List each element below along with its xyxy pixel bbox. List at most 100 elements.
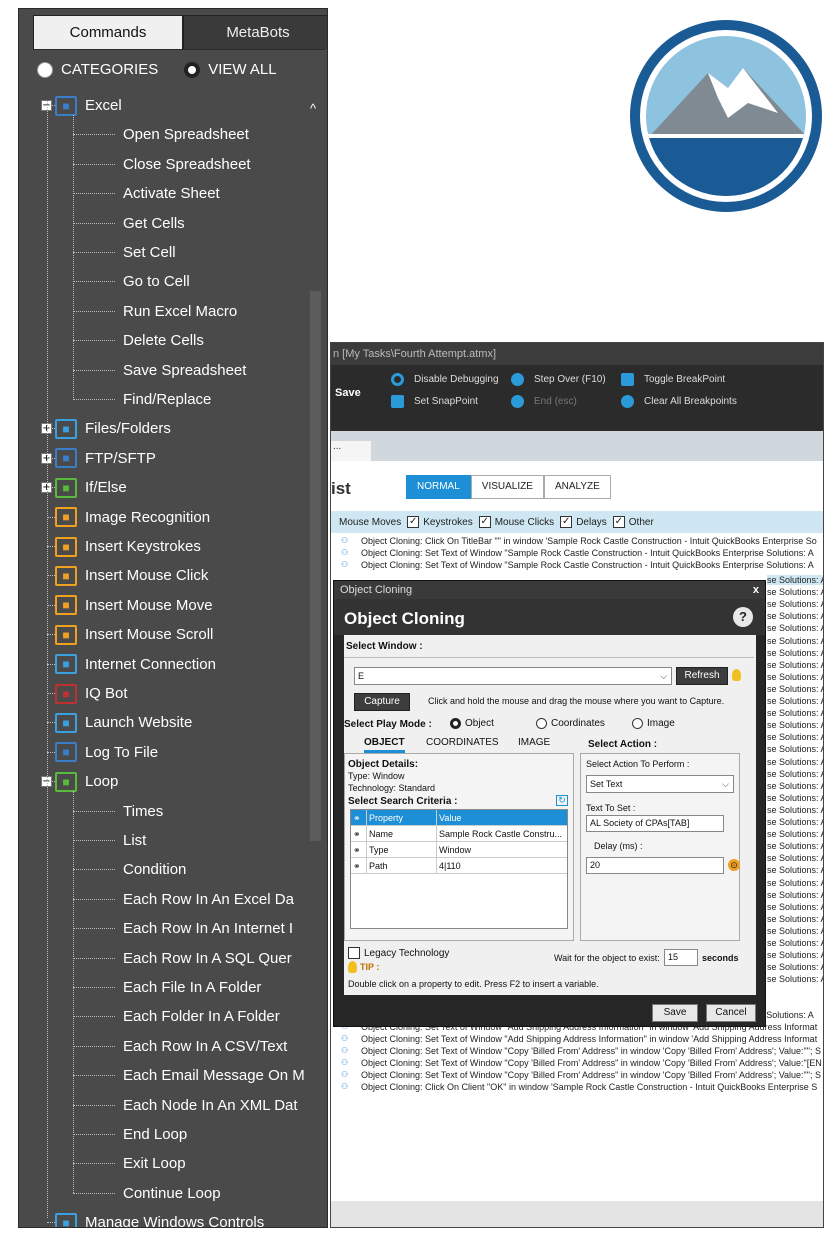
window-select[interactable]: E ⌵: [354, 667, 672, 685]
log-line-tail[interactable]: se Solutions: A: [767, 696, 823, 706]
tree-category[interactable]: ■ Insert Mouse Click: [47, 561, 208, 590]
refresh-criteria-icon[interactable]: ↻: [556, 795, 568, 806]
log-line-tail[interactable]: se Solutions: A: [767, 672, 823, 682]
log-line-tail[interactable]: se Solutions: A: [767, 793, 823, 803]
tree-command[interactable]: Each Email Message On M: [73, 1061, 305, 1090]
log-line[interactable]: ⚇ Object Cloning: Click On TitleBar "" in…: [341, 535, 823, 547]
tree-scrollbar[interactable]: ^: [306, 91, 326, 1227]
log-line-tail[interactable]: se Solutions: A: [767, 660, 823, 670]
analyze-view-button[interactable]: ANALYZE: [543, 475, 611, 499]
tree-category[interactable]: ■ Excel: [47, 91, 122, 120]
end-button[interactable]: End (esc): [511, 395, 577, 408]
log-line-tail[interactable]: se Solutions: A: [767, 708, 823, 718]
tree-category[interactable]: ■ Launch Website: [47, 708, 192, 737]
tree-command[interactable]: Each Row In An Internet I: [73, 914, 293, 943]
log-line[interactable]: ⚇ Object Cloning: Set Text of Window "Add…: [341, 1033, 823, 1045]
log-line-tail[interactable]: se Solutions: A: [767, 841, 823, 851]
tab-coordinates[interactable]: COORDINATES: [426, 737, 499, 748]
log-line-tail[interactable]: se Solutions: A: [767, 890, 823, 900]
log-line-tail[interactable]: se Solutions: A: [767, 684, 823, 694]
view-all-radio[interactable]: [184, 61, 201, 78]
legacy-checkbox-box[interactable]: [348, 947, 360, 959]
categories-radio[interactable]: [37, 61, 53, 78]
tree-command[interactable]: Condition: [73, 855, 186, 884]
log-line-tail[interactable]: se Solutions: A: [767, 938, 823, 948]
log-line-tail[interactable]: se Solutions: A: [767, 757, 823, 767]
tab-object[interactable]: OBJECT: [364, 737, 405, 753]
capture-button[interactable]: Capture: [354, 693, 410, 711]
set-snappoint-button[interactable]: Set SnapPoint: [391, 395, 478, 408]
tree-command[interactable]: Set Cell: [73, 238, 176, 267]
play-mode-coordinates[interactable]: Coordinates: [536, 718, 605, 729]
tree-command[interactable]: Run Excel Macro: [73, 297, 237, 326]
log-line-tail[interactable]: se Solutions: A: [767, 744, 823, 754]
log-line-tail[interactable]: se Solutions: A: [767, 962, 823, 972]
tree-category[interactable]: ■ Image Recognition: [47, 503, 210, 532]
object-radio[interactable]: [450, 718, 461, 729]
play-mode-image[interactable]: Image: [632, 718, 675, 729]
log-line-tail[interactable]: se Solutions: A: [767, 829, 823, 839]
criteria-row[interactable]: ⚭ Path 4|110: [351, 858, 567, 874]
tree-category[interactable]: ■ Manage Windows Controls: [47, 1208, 264, 1227]
step-over-button[interactable]: Step Over (F10): [511, 373, 606, 386]
save-dialog-button[interactable]: Save: [652, 1004, 698, 1022]
tree-command[interactable]: Each Folder In A Folder: [73, 1002, 280, 1031]
tree-command[interactable]: Each File In A Folder: [73, 973, 261, 1002]
log-line-tail[interactable]: se Solutions: A: [767, 817, 823, 827]
log-line-tail[interactable]: se Solutions: A: [767, 878, 823, 888]
log-line-tail[interactable]: se Solutions: A: [767, 732, 823, 742]
help-icon[interactable]: ?: [733, 607, 753, 627]
other-checkbox[interactable]: ✓: [612, 516, 625, 528]
disable-debugging-button[interactable]: Disable Debugging: [391, 373, 499, 386]
text-to-set-input[interactable]: AL Society of CPAs[TAB]: [586, 815, 724, 832]
save-button[interactable]: Save: [335, 387, 361, 399]
tree-command[interactable]: Each Node In An XML Dat: [73, 1091, 298, 1120]
tree-command[interactable]: Close Spreadsheet: [73, 150, 251, 179]
tree-category[interactable]: ■ Insert Mouse Move: [47, 591, 213, 620]
action-select[interactable]: Set Text ⌵: [586, 775, 734, 793]
keystrokes-checkbox[interactable]: ✓: [407, 516, 420, 528]
tree-command[interactable]: Find/Replace: [73, 385, 211, 414]
tab-commands[interactable]: Commands: [33, 15, 183, 49]
log-line-tail[interactable]: se Solutions: A: [767, 914, 823, 924]
log-line-tail[interactable]: se Solutions: A: [767, 575, 823, 585]
toggle-breakpoint-button[interactable]: Toggle BreakPoint: [621, 373, 725, 386]
log-line-tail[interactable]: se Solutions: A: [767, 769, 823, 779]
tree-command[interactable]: Activate Sheet: [73, 179, 220, 208]
log-line[interactable]: ⚇ Object Cloning: Set Text of Window "Cop…: [341, 1069, 823, 1081]
refresh-button[interactable]: Refresh: [676, 667, 728, 685]
log-line-tail[interactable]: se Solutions: A: [767, 805, 823, 815]
log-line-tail[interactable]: se Solutions: A: [767, 648, 823, 658]
scroll-up-icon[interactable]: ^: [310, 101, 316, 116]
tree-command[interactable]: Times: [73, 797, 163, 826]
tree-category[interactable]: ■ Insert Keystrokes: [47, 532, 201, 561]
tree-command[interactable]: List: [73, 826, 146, 855]
close-icon[interactable]: x: [753, 581, 759, 599]
log-line-tail[interactable]: se Solutions: A: [767, 781, 823, 791]
log-line[interactable]: ⚇ Object Cloning: Set Text of Window "Cop…: [341, 1057, 823, 1069]
image-radio[interactable]: [632, 718, 643, 729]
tree-category[interactable]: ■ Loop: [47, 767, 118, 796]
log-line-tail[interactable]: se Solutions: A: [767, 623, 823, 633]
log-line[interactable]: ⚇ Object Cloning: Click On Client "OK" in…: [341, 1081, 823, 1093]
tree-command[interactable]: End Loop: [73, 1120, 187, 1149]
tree-command[interactable]: Get Cells: [73, 209, 185, 238]
log-line-tail[interactable]: se Solutions: A: [767, 974, 823, 984]
clear-breakpoints-button[interactable]: Clear All Breakpoints: [621, 395, 737, 408]
log-line-tail[interactable]: se Solutions: A: [767, 720, 823, 730]
log-line[interactable]: ⚇ Object Cloning: Set Text of Window "Sam…: [341, 547, 823, 559]
normal-view-button[interactable]: NORMAL: [406, 475, 471, 499]
log-line-tail[interactable]: se Solutions: A: [767, 926, 823, 936]
delay-input[interactable]: 20: [586, 857, 724, 874]
tree-command[interactable]: Delete Cells: [73, 326, 204, 355]
tree-category[interactable]: ■ Insert Mouse Scroll: [47, 620, 213, 649]
tab-image[interactable]: IMAGE: [518, 737, 550, 748]
tree-category[interactable]: ■ If/Else: [47, 473, 127, 502]
log-line-tail[interactable]: se Solutions: A: [767, 599, 823, 609]
tree-command[interactable]: Continue Loop: [73, 1179, 221, 1208]
cancel-button[interactable]: Cancel: [706, 1004, 756, 1022]
log-line-tail[interactable]: se Solutions: A: [767, 950, 823, 960]
play-mode-object[interactable]: Object: [450, 718, 494, 729]
mouse-clicks-checkbox[interactable]: ✓: [478, 516, 491, 528]
tree-command[interactable]: Save Spreadsheet: [73, 356, 246, 385]
